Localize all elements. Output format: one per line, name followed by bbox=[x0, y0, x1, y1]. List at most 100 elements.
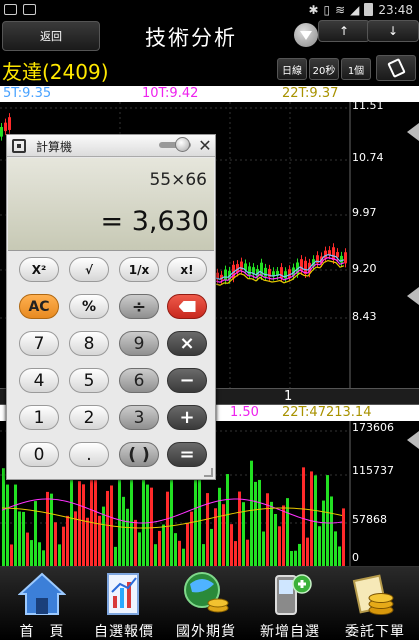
digit-9-key[interactable]: 9 bbox=[119, 331, 159, 356]
nav-watchlist-quotes[interactable]: 自選報價 bbox=[82, 567, 166, 640]
digit-2-key[interactable]: 2 bbox=[69, 405, 109, 430]
square-key[interactable]: X² bbox=[19, 257, 59, 282]
parentheses-key[interactable]: ( ) bbox=[119, 442, 159, 467]
digit-6-key[interactable]: 6 bbox=[119, 368, 159, 393]
factorial-key[interactable]: x! bbox=[167, 257, 207, 282]
volume-bar bbox=[326, 475, 329, 566]
volume-bar bbox=[234, 541, 237, 566]
multiply-key[interactable]: × bbox=[167, 331, 207, 356]
volume-ma22-value: 22T:47213.14 bbox=[282, 405, 372, 420]
dropdown-button[interactable] bbox=[294, 23, 318, 47]
nav-place-order[interactable]: 委託下單 bbox=[333, 567, 417, 640]
candle-body bbox=[288, 269, 291, 278]
digit-8-key[interactable]: 8 bbox=[69, 331, 109, 356]
calculator-title: 計算機 bbox=[36, 140, 73, 154]
chevron-down-icon bbox=[300, 30, 312, 40]
volume-bar bbox=[138, 532, 141, 566]
volume-bar bbox=[318, 526, 321, 566]
price-tick: 10.74 bbox=[352, 151, 384, 164]
calculator-titlebar[interactable]: 計算機 ✕ bbox=[7, 135, 215, 157]
nav-foreign-futures[interactable]: 國外期貨 bbox=[164, 567, 248, 640]
slider-knob[interactable] bbox=[175, 137, 190, 152]
rotate-phone-icon bbox=[386, 58, 406, 78]
digit-1-key[interactable]: 1 bbox=[19, 405, 59, 430]
previous-stock-button[interactable]: ↑ bbox=[318, 20, 370, 42]
volume-bar bbox=[314, 475, 317, 566]
nav-home[interactable]: 首 頁 bbox=[0, 567, 84, 640]
volume-bar bbox=[230, 524, 233, 566]
status-bar: ✱ ▯ ≋ ◢ 23:48 bbox=[0, 0, 419, 19]
price-tick: 8.43 bbox=[352, 310, 377, 323]
candle-body bbox=[4, 122, 7, 132]
stock-name: 友達(2409) bbox=[2, 60, 109, 84]
opacity-slider[interactable] bbox=[159, 137, 191, 152]
volume-bar bbox=[30, 540, 33, 566]
percent-key[interactable]: % bbox=[69, 294, 109, 319]
volume-bar bbox=[274, 513, 277, 566]
header: 返回 技術分析 ↑ ↓ bbox=[0, 19, 419, 54]
volume-bar bbox=[66, 515, 69, 566]
nav-add-watchlist[interactable]: 新增自選 bbox=[248, 567, 332, 640]
volume-bar bbox=[70, 478, 73, 566]
volume-bar bbox=[94, 471, 97, 566]
digit-7-key[interactable]: 7 bbox=[19, 331, 59, 356]
interval-button[interactable]: 20秒 bbox=[309, 58, 339, 80]
candle-body bbox=[264, 267, 267, 277]
volume-bar bbox=[238, 491, 241, 566]
notification-icon bbox=[23, 4, 36, 15]
price-tick: 9.20 bbox=[352, 262, 377, 275]
candle-body bbox=[332, 247, 335, 260]
plus-key[interactable]: + bbox=[167, 405, 207, 430]
wifi-icon: ≋ bbox=[335, 2, 346, 17]
volume-bar bbox=[254, 481, 257, 566]
vibrate-icon: ▯ bbox=[323, 2, 331, 17]
count-button[interactable]: 1個 bbox=[341, 58, 371, 80]
rotate-screen-button[interactable] bbox=[376, 55, 416, 81]
expand-icon[interactable] bbox=[12, 139, 26, 153]
minus-key[interactable]: − bbox=[167, 368, 207, 393]
volume-bar bbox=[86, 517, 89, 566]
digit-0-key[interactable]: 0 bbox=[19, 442, 59, 467]
equals-key[interactable]: = bbox=[167, 442, 207, 467]
volume-bar bbox=[134, 519, 137, 566]
volume-bar bbox=[146, 484, 149, 566]
divider-label: 1 bbox=[284, 389, 293, 404]
decimal-key[interactable]: . bbox=[69, 442, 109, 467]
volume-bar bbox=[186, 523, 189, 566]
volume-bar bbox=[166, 491, 169, 566]
reciprocal-key[interactable]: 1/x bbox=[119, 257, 159, 282]
period-day-button[interactable]: 日線 bbox=[277, 58, 307, 80]
price-tick: 9.97 bbox=[352, 206, 377, 219]
next-stock-button[interactable]: ↓ bbox=[367, 20, 419, 42]
volume-bar bbox=[338, 546, 341, 566]
digit-4-key[interactable]: 4 bbox=[19, 368, 59, 393]
volume-tick: 0 bbox=[352, 551, 359, 564]
candle-body bbox=[248, 266, 251, 275]
globe-coins-icon bbox=[184, 572, 229, 613]
scroll-right-arrow-icon[interactable] bbox=[407, 287, 419, 305]
scroll-right-arrow-icon[interactable] bbox=[407, 431, 419, 449]
divide-key[interactable]: ÷ bbox=[119, 294, 159, 319]
price-tick: 11.51 bbox=[352, 102, 384, 112]
volume-bar bbox=[46, 491, 49, 566]
scroll-right-arrow-icon[interactable] bbox=[407, 123, 419, 141]
volume-bar bbox=[202, 544, 205, 566]
nav-label: 新增自選 bbox=[260, 624, 320, 640]
volume-bar bbox=[42, 550, 45, 566]
back-button[interactable]: 返回 bbox=[2, 21, 100, 51]
resize-grip-icon[interactable] bbox=[204, 468, 213, 477]
volume-bar bbox=[18, 511, 21, 566]
calculator-display: 55×66 = 3,630 bbox=[8, 158, 214, 251]
digit-3-key[interactable]: 3 bbox=[119, 405, 159, 430]
close-button[interactable]: ✕ bbox=[197, 137, 213, 154]
volume-bar bbox=[58, 544, 61, 566]
gold-coins-icon bbox=[352, 574, 394, 615]
calculator-window[interactable]: 計算機 ✕ 55×66 = 3,630 X² √ 1/x x! AC% ÷ 7 8 9 × 4 5 6−… bbox=[6, 134, 216, 480]
sqrt-key[interactable]: √ bbox=[69, 257, 109, 282]
clear-key[interactable]: AC bbox=[19, 294, 59, 319]
volume-bar bbox=[306, 537, 309, 566]
volume-tick: 57868 bbox=[352, 513, 387, 526]
digit-5-key[interactable]: 5 bbox=[69, 368, 109, 393]
volume-bar bbox=[150, 487, 153, 566]
backspace-key[interactable] bbox=[167, 294, 207, 319]
